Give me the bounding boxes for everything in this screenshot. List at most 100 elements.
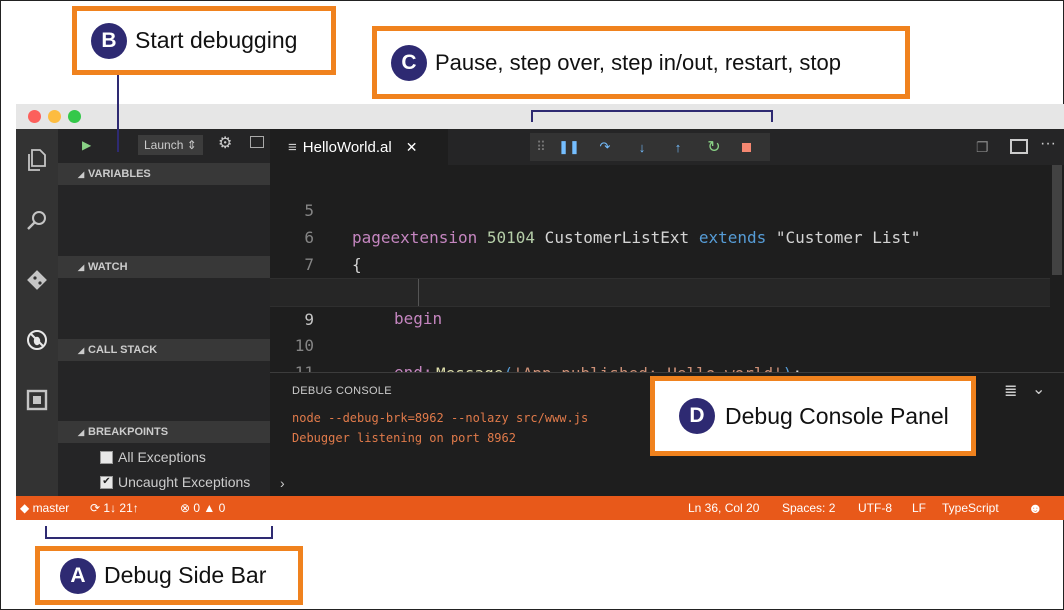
warning-count: 0	[218, 501, 226, 515]
callout-a-bracket-bottom	[45, 537, 273, 539]
tab-title: HelloWorld.al	[302, 138, 392, 156]
chevron-down-icon[interactable]: ⌄	[1032, 379, 1045, 399]
vscode-window: ▶ Launch ⇕ ⚙ ◢ VARIABLES ◢ WATCH ◢ CALL STA…	[16, 104, 1064, 520]
breakpoint-checkbox-checked[interactable]: ✔	[100, 475, 113, 489]
more-actions-icon[interactable]: ···	[1040, 135, 1056, 153]
editor-scrollbar[interactable]	[1050, 165, 1064, 363]
branch-indicator[interactable]: ◆ master	[20, 496, 69, 520]
console-line: Debugger listening on port 8962	[292, 431, 516, 445]
close-window-button[interactable]	[28, 110, 41, 123]
section-call-stack[interactable]: ◢ CALL STACK	[58, 339, 270, 361]
callout-a: A Debug Side Bar	[35, 546, 303, 605]
split-editor-icon[interactable]	[1010, 139, 1028, 154]
section-watch[interactable]: ◢ WATCH	[58, 256, 270, 278]
callout-c-bracket-right	[771, 110, 773, 122]
extensions-icon[interactable]	[26, 389, 48, 411]
launch-config-select[interactable]: Launch ⇕	[138, 135, 203, 155]
step-over-icon[interactable]: ↷	[586, 139, 624, 155]
feedback-smiley-icon[interactable]: ☻	[1028, 496, 1043, 520]
section-watch-label: WATCH	[88, 261, 128, 273]
gear-icon[interactable]: ⚙	[218, 133, 232, 153]
terminal-icon[interactable]	[250, 136, 264, 148]
code-line-6: 6 {	[270, 197, 1050, 274]
debug-action-toolbar: ⠿ ❚❚ ↷ ↓ ↑ ↻	[530, 133, 770, 161]
callout-badge: B	[91, 22, 127, 59]
drag-handle-icon[interactable]: ⠿	[530, 139, 552, 155]
breakpoint-label: All Exceptions	[118, 449, 206, 465]
callout-c: C Pause, step over, step in/out, restart…	[372, 26, 910, 99]
callout-a-bracket-left	[45, 526, 47, 539]
collapse-arrow-icon: ◢	[78, 428, 85, 437]
cursor-position[interactable]: Ln 36, Col 20	[688, 496, 759, 520]
console-input-prompt-icon[interactable]: ›	[280, 475, 285, 491]
sync-counts: 1↓ 21↑	[103, 501, 139, 515]
callout-c-bracket-top	[531, 110, 773, 112]
start-debugging-button[interactable]: ▶	[82, 138, 91, 152]
title-bar	[16, 104, 1064, 129]
callout-badge: C	[391, 44, 427, 81]
debug-console-title: DEBUG CONSOLE	[292, 385, 392, 397]
callout-label: Start debugging	[135, 27, 298, 53]
explorer-icon[interactable]	[26, 149, 48, 171]
step-into-icon[interactable]: ↓	[624, 140, 660, 155]
callout-badge: A	[60, 557, 96, 594]
activity-bar	[16, 129, 58, 496]
error-count: 0	[193, 501, 201, 515]
code-line-11: 11 }	[270, 332, 1050, 409]
file-lines-icon: ≡	[288, 138, 297, 156]
code-line-8: 8 begin	[270, 251, 1050, 328]
section-breakpoints[interactable]: ◢ BREAKPOINTS	[58, 421, 270, 443]
launch-config-label: Launch	[144, 138, 184, 152]
branch-name: master	[32, 501, 70, 515]
problems-indicator[interactable]: ⊗ 0 ▲ 0	[180, 496, 225, 520]
callout-label: Debug Side Bar	[104, 562, 267, 588]
callout-a-bracket-right	[271, 526, 273, 539]
status-bar: ◆ master ⟳ 1↓ 21↑ ⊗ 0 ▲ 0 Ln 36, Col 20 …	[16, 496, 1064, 520]
restart-icon[interactable]: ↻	[696, 137, 732, 157]
eol-indicator[interactable]: LF	[912, 496, 926, 520]
minimize-window-button[interactable]	[48, 110, 61, 123]
scroll-thumb[interactable]	[1052, 165, 1062, 275]
sync-indicator[interactable]: ⟳ 1↓ 21↑	[90, 496, 139, 520]
debug-side-bar: ▶ Launch ⇕ ⚙ ◢ VARIABLES ◢ WATCH ◢ CALL STA…	[58, 129, 270, 496]
tab-helloworld[interactable]: ≡ HelloWorld.al ✕	[270, 129, 448, 165]
debug-toolbar-top: ▶ Launch ⇕ ⚙	[58, 129, 270, 161]
debug-icon[interactable]	[26, 329, 48, 351]
callout-b: B Start debugging	[72, 6, 336, 75]
search-icon[interactable]	[26, 209, 48, 231]
collapse-arrow-icon: ◢	[78, 346, 85, 355]
collapse-arrow-icon: ◢	[78, 170, 85, 179]
step-out-icon[interactable]: ↑	[660, 140, 696, 155]
code-line-7: 7 trigger OnOpenPage();	[270, 224, 1050, 301]
console-line: node --debug-brk=8962 --nolazy src/www.j…	[292, 411, 589, 425]
source-control-icon[interactable]	[26, 269, 48, 291]
breakpoint-uncaught-exceptions[interactable]: ✔ Uncaught Exceptions	[100, 474, 250, 490]
editor-tab-bar: ≡ HelloWorld.al ✕ ⠿ ❚❚ ↷ ↓ ↑ ↻ ❐ ···	[270, 129, 1064, 165]
code-line-5: 5 pageextension 50104 CustomerListExt ex…	[270, 170, 1050, 247]
encoding-indicator[interactable]: UTF-8	[858, 496, 892, 520]
indentation-setting[interactable]: Spaces: 2	[782, 496, 835, 520]
callout-c-bracket-left	[531, 110, 533, 122]
callout-label: Pause, step over, step in/out, restart, …	[435, 49, 842, 75]
code-line-9-current: 9 Message('App published: Hello world');	[270, 278, 1050, 383]
section-variables-label: VARIABLES	[88, 168, 151, 180]
section-breakpoints-label: BREAKPOINTS	[88, 426, 169, 438]
breakpoint-label: Uncaught Exceptions	[118, 474, 251, 490]
maximize-window-button[interactable]	[68, 110, 81, 123]
code-editor[interactable]: 5 pageextension 50104 CustomerListExt ex…	[270, 165, 1050, 409]
code-line-10: 10 end;	[270, 305, 1050, 382]
callout-label: Debug Console Panel	[725, 402, 949, 429]
collapse-arrow-icon: ◢	[78, 263, 85, 272]
breakpoint-all-exceptions[interactable]: All Exceptions	[100, 449, 206, 465]
open-changes-icon[interactable]: ❐	[976, 139, 989, 156]
callout-badge: D	[679, 398, 715, 434]
section-call-stack-label: CALL STACK	[88, 344, 158, 356]
language-mode[interactable]: TypeScript	[942, 496, 999, 520]
breakpoint-checkbox[interactable]	[100, 450, 113, 464]
stop-icon[interactable]	[732, 140, 760, 155]
callout-d: D Debug Console Panel	[650, 376, 976, 456]
section-variables[interactable]: ◢ VARIABLES	[58, 163, 270, 185]
pause-icon[interactable]: ❚❚	[552, 139, 586, 155]
clear-console-icon[interactable]: ≣	[1004, 381, 1017, 401]
close-tab-icon[interactable]: ✕	[406, 139, 418, 156]
